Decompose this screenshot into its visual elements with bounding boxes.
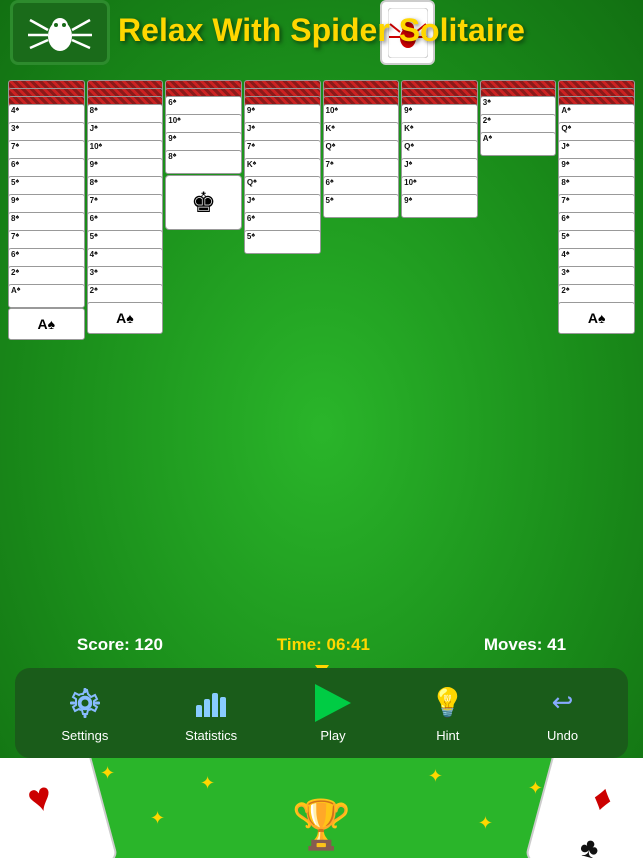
card-ace3: A♠ bbox=[558, 302, 635, 334]
undo-icon: ↩ bbox=[544, 684, 582, 722]
star-decoration-4: ✦ bbox=[528, 778, 543, 799]
card-ace2: A♠ bbox=[87, 302, 164, 334]
score-display: Score: 120 bbox=[77, 635, 163, 655]
gear-icon bbox=[66, 684, 104, 722]
time-display: Time: 06:41 bbox=[277, 635, 370, 655]
bottom-decoration: ✦ ✦ ✦ ✦ ✦ ✦ 🏆 J ♥ Q ♦ K ♣ bbox=[0, 758, 643, 858]
undo-label: Undo bbox=[547, 728, 578, 743]
column-5[interactable]: 10♠ K♠ Q♠ 7♠ 6♠ 5♠ bbox=[323, 80, 400, 500]
bar2 bbox=[204, 699, 210, 717]
page-title: Relax With Spider Solitaire bbox=[0, 12, 643, 49]
card: A♠ bbox=[480, 132, 557, 156]
statistics-icon bbox=[192, 684, 230, 722]
star-decoration-2: ✦ bbox=[200, 773, 215, 794]
card: 5♠ bbox=[244, 230, 321, 254]
star-decoration-1: ✦ bbox=[100, 763, 115, 784]
card: 9♠ bbox=[401, 194, 478, 218]
undo-arrow-icon: ↩ bbox=[552, 687, 574, 718]
star-decoration-6: ✦ bbox=[478, 813, 493, 834]
hint-button[interactable]: 💡 Hint bbox=[429, 684, 467, 743]
score-bar: Score: 120 Time: 06:41 Moves: 41 bbox=[0, 627, 643, 663]
king-card: ♚ bbox=[165, 175, 242, 230]
statistics-button[interactable]: Statistics bbox=[185, 684, 237, 743]
undo-button[interactable]: ↩ Undo bbox=[544, 684, 582, 743]
bottom-card-right: Q ♦ K ♣ bbox=[524, 758, 643, 858]
bar1 bbox=[196, 705, 202, 717]
play-button[interactable]: Play bbox=[314, 684, 352, 743]
statistics-label: Statistics bbox=[185, 728, 237, 743]
toolbar: Settings Statistics Play 💡 Hint ↩ Undo bbox=[15, 668, 628, 758]
play-label: Play bbox=[320, 728, 345, 743]
hint-icon: 💡 bbox=[429, 684, 467, 722]
settings-label: Settings bbox=[61, 728, 108, 743]
card: 8♠ bbox=[165, 150, 242, 174]
play-triangle bbox=[315, 684, 351, 722]
column-4[interactable]: 9♠ J♠ 7♠ K♠ Q♠ J♠ 6♠ 5♠ bbox=[244, 80, 321, 500]
play-icon bbox=[314, 684, 352, 722]
hint-label: Hint bbox=[436, 728, 459, 743]
card: A♠ bbox=[8, 284, 85, 308]
card: 5♠ bbox=[323, 194, 400, 218]
trophy-decoration: 🏆 bbox=[292, 796, 352, 853]
card-columns: 4♠ 3♠ 7♠ 6♠ 5♠ 9♠ 8♠ 7♠ 6♠ 2♠ A♠ A♠ 8♠ J… bbox=[8, 80, 635, 500]
moves-display: Moves: 41 bbox=[484, 635, 566, 655]
column-7[interactable]: 3♠ 2♠ A♠ bbox=[480, 80, 557, 500]
star-decoration-3: ✦ bbox=[428, 766, 443, 787]
settings-button[interactable]: Settings bbox=[61, 684, 108, 743]
column-6[interactable]: 9♠ K♠ Q♠ J♠ 10♠ 9♠ bbox=[401, 80, 478, 500]
column-3[interactable]: 6♠ 10♠ 9♠ 8♠ ♚ bbox=[165, 80, 242, 500]
bulb-icon: 💡 bbox=[430, 686, 465, 719]
column-8[interactable]: A♠ Q♠ J♠ 9♠ 8♠ 7♠ 6♠ 5♠ 4♠ 3♠ 2♠ A♠ bbox=[558, 80, 635, 500]
bar3 bbox=[212, 693, 218, 717]
star-decoration-5: ✦ bbox=[150, 808, 165, 829]
column-2[interactable]: 8♠ J♠ 10♠ 9♠ 8♠ 7♠ 6♠ 5♠ 4♠ 3♠ 2♠ A♠ bbox=[87, 80, 164, 500]
card-ace: A♠ bbox=[8, 308, 85, 340]
bar-chart-icon bbox=[196, 689, 226, 717]
column-1[interactable]: 4♠ 3♠ 7♠ 6♠ 5♠ 9♠ 8♠ 7♠ 6♠ 2♠ A♠ A♠ bbox=[8, 80, 85, 500]
bar4 bbox=[220, 697, 226, 717]
